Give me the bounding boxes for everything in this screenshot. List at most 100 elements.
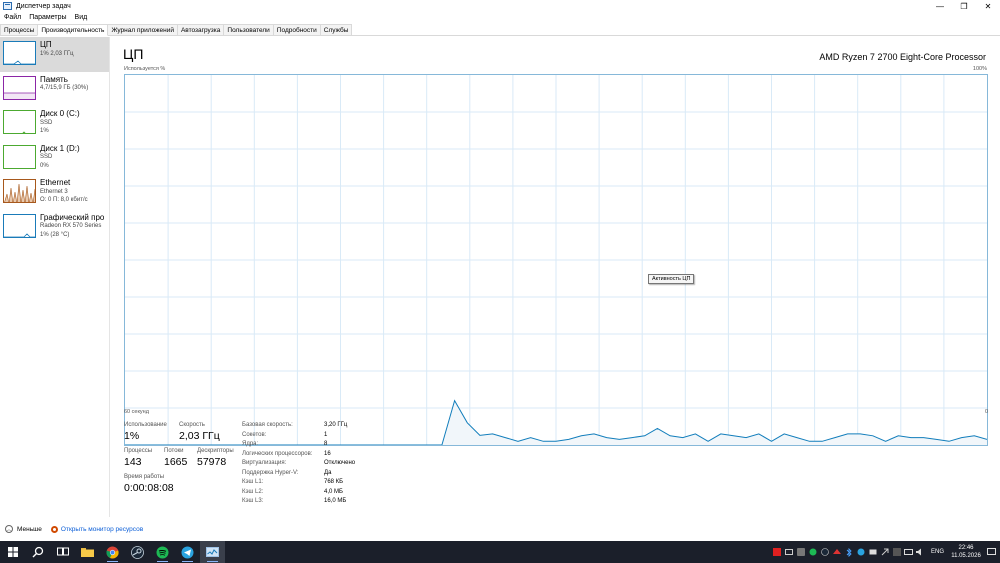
threads-stat: Потоки 1665 (164, 448, 187, 468)
menu-options[interactable]: Параметры (25, 14, 70, 21)
clock[interactable]: 22:46 11.05.2026 (950, 544, 982, 560)
title-bar: Диспетчер задач — ❐ ✕ (0, 0, 1000, 12)
speed-label: Скорость (179, 422, 205, 428)
threads-value: 1665 (164, 456, 188, 468)
memory-thumbnail-graph (3, 75, 36, 100)
graph-grid (125, 75, 987, 445)
sidebar-item-disk-1[interactable]: Диск 1 (D:) SSD 0% (0, 141, 109, 176)
graph-tooltip: Активность ЦП (648, 274, 695, 284)
sidebar-item-ethernet[interactable]: Ethernet Ethernet 3 О: 0 П: 8,0 кбит/с (0, 175, 109, 210)
network-icon[interactable] (903, 541, 915, 563)
telegram-button[interactable] (175, 541, 200, 563)
game-tray-icon[interactable] (831, 541, 843, 563)
sidebar-item-detail: Radeon RX 570 Series (40, 223, 102, 229)
task-view-button[interactable] (50, 541, 75, 563)
spotify-button[interactable] (150, 541, 175, 563)
processes-stat: Процессы 143 (124, 448, 152, 468)
chrome-button[interactable] (100, 541, 125, 563)
fewer-details-link[interactable]: Меньше (17, 526, 42, 533)
search-button[interactable] (25, 541, 50, 563)
sidebar-item-label: Ethernet (40, 178, 71, 187)
volume-icon[interactable] (915, 541, 927, 563)
tab-startup[interactable]: Автозагрузка (176, 24, 225, 35)
tab-performance[interactable]: Производительность (37, 24, 109, 36)
telegram-tray-icon[interactable] (855, 541, 867, 563)
spec-value: 8 (324, 441, 328, 447)
tab-app-history[interactable]: Журнал приложений (107, 24, 178, 35)
file-explorer-button[interactable] (75, 541, 100, 563)
language-indicator[interactable]: ENG (931, 549, 944, 555)
sidebar-item-gpu[interactable]: Графический про Radeon RX 570 Series 1% … (0, 210, 109, 245)
start-button[interactable] (0, 541, 25, 563)
sidebar-item-detail: 0% (40, 162, 49, 169)
ethernet-thumbnail-graph (3, 179, 36, 203)
performance-panel: ЦП AMD Ryzen 7 2700 Eight-Core Processor… (118, 37, 1000, 517)
cpu-usage-graph (124, 74, 988, 446)
amd-icon[interactable] (771, 541, 783, 563)
steam-tray-icon[interactable] (819, 541, 831, 563)
menu-view[interactable]: Вид (71, 14, 92, 21)
open-resource-monitor-link[interactable]: Открыть монитор ресурсов (61, 526, 143, 533)
sidebar-item-label: ЦП (40, 40, 52, 49)
steam-button[interactable] (125, 541, 150, 563)
processes-label: Процессы (124, 448, 153, 454)
sidebar-item-detail: 1% 2,03 ГГц (40, 50, 74, 57)
menu-file[interactable]: Файл (0, 14, 25, 21)
spec-value: 3,20 ГГц (324, 422, 348, 428)
search-icon (32, 546, 43, 558)
bluetooth-icon[interactable] (843, 541, 855, 563)
chevron-up-icon[interactable]: ︿ (5, 525, 13, 533)
task-manager-button[interactable] (200, 541, 225, 563)
spec-value: Отключено (324, 460, 356, 466)
graph-x-right-label: 0 (984, 409, 988, 415)
footer: ︿ Меньше Открыть монитор ресурсов (0, 522, 1000, 536)
spec-key: Кэш L2: (242, 488, 264, 495)
notification-center-button[interactable] (982, 541, 1000, 563)
chrome-icon (106, 546, 119, 558)
sidebar-item-memory[interactable]: Память 4,7/15,9 ГБ (30%) (0, 72, 109, 107)
spec-key: Ядра: (242, 441, 259, 447)
page-title: ЦП (123, 46, 144, 62)
restore-button[interactable]: ❐ (952, 0, 976, 12)
uptime-label: Время работы (124, 474, 165, 480)
speed-value: 2,03 ГГц (179, 430, 220, 442)
tab-services[interactable]: Службы (319, 24, 353, 35)
sidebar-item-detail: Ethernet 3 (40, 188, 68, 195)
menu-bar: Файл Параметры Вид (0, 12, 91, 23)
sidebar-item-cpu[interactable]: ЦП 1% 2,03 ГГц (0, 37, 109, 72)
sidebar-item-detail: SSD (40, 154, 53, 160)
minimize-button[interactable]: — (928, 0, 952, 12)
cpu-thumbnail-graph (3, 41, 36, 65)
spec-key: Виртуализация: (242, 460, 287, 466)
spotify-icon (156, 546, 169, 558)
sidebar-item-detail: 4,7/15,9 ГБ (30%) (40, 85, 89, 91)
task-manager-icon (3, 2, 12, 10)
uptime-value: 0:00:08:08 (124, 482, 174, 494)
speed-stat: Скорость 2,03 ГГц (179, 422, 220, 442)
sidebar-item-disk-0[interactable]: Диск 0 (C:) SSD 1% (0, 106, 109, 141)
gpu-thumbnail-graph (3, 213, 36, 238)
steam-icon (131, 545, 144, 559)
telegram-icon (181, 546, 194, 558)
display-tray-icon[interactable] (867, 541, 879, 563)
notification-icon (986, 548, 996, 555)
app-tray-icon[interactable] (795, 541, 807, 563)
spec-value: 768 КБ (324, 479, 344, 485)
spec-value: 16 (324, 450, 331, 457)
clock-date: 11.05.2026 (951, 553, 981, 559)
tab-details[interactable]: Подробности (272, 24, 321, 35)
share-icon[interactable] (879, 541, 891, 563)
close-button[interactable]: ✕ (976, 0, 1000, 12)
usage-value: 1% (124, 430, 140, 442)
sidebar-item-detail: SSD (40, 119, 53, 126)
tab-users[interactable]: Пользователи (223, 24, 274, 35)
sidebar-item-label: Графический про (40, 212, 105, 222)
app2-tray-icon[interactable] (891, 541, 903, 563)
tab-processes[interactable]: Процессы (0, 24, 39, 35)
spec-key: Логических процессоров: (242, 450, 313, 457)
cpu-usage-svg (125, 75, 987, 445)
monitor-icon[interactable] (783, 541, 795, 563)
spotify-tray-icon[interactable] (807, 541, 819, 563)
windows-logo-icon (7, 547, 18, 557)
disk-0-thumbnail-graph (3, 110, 36, 134)
